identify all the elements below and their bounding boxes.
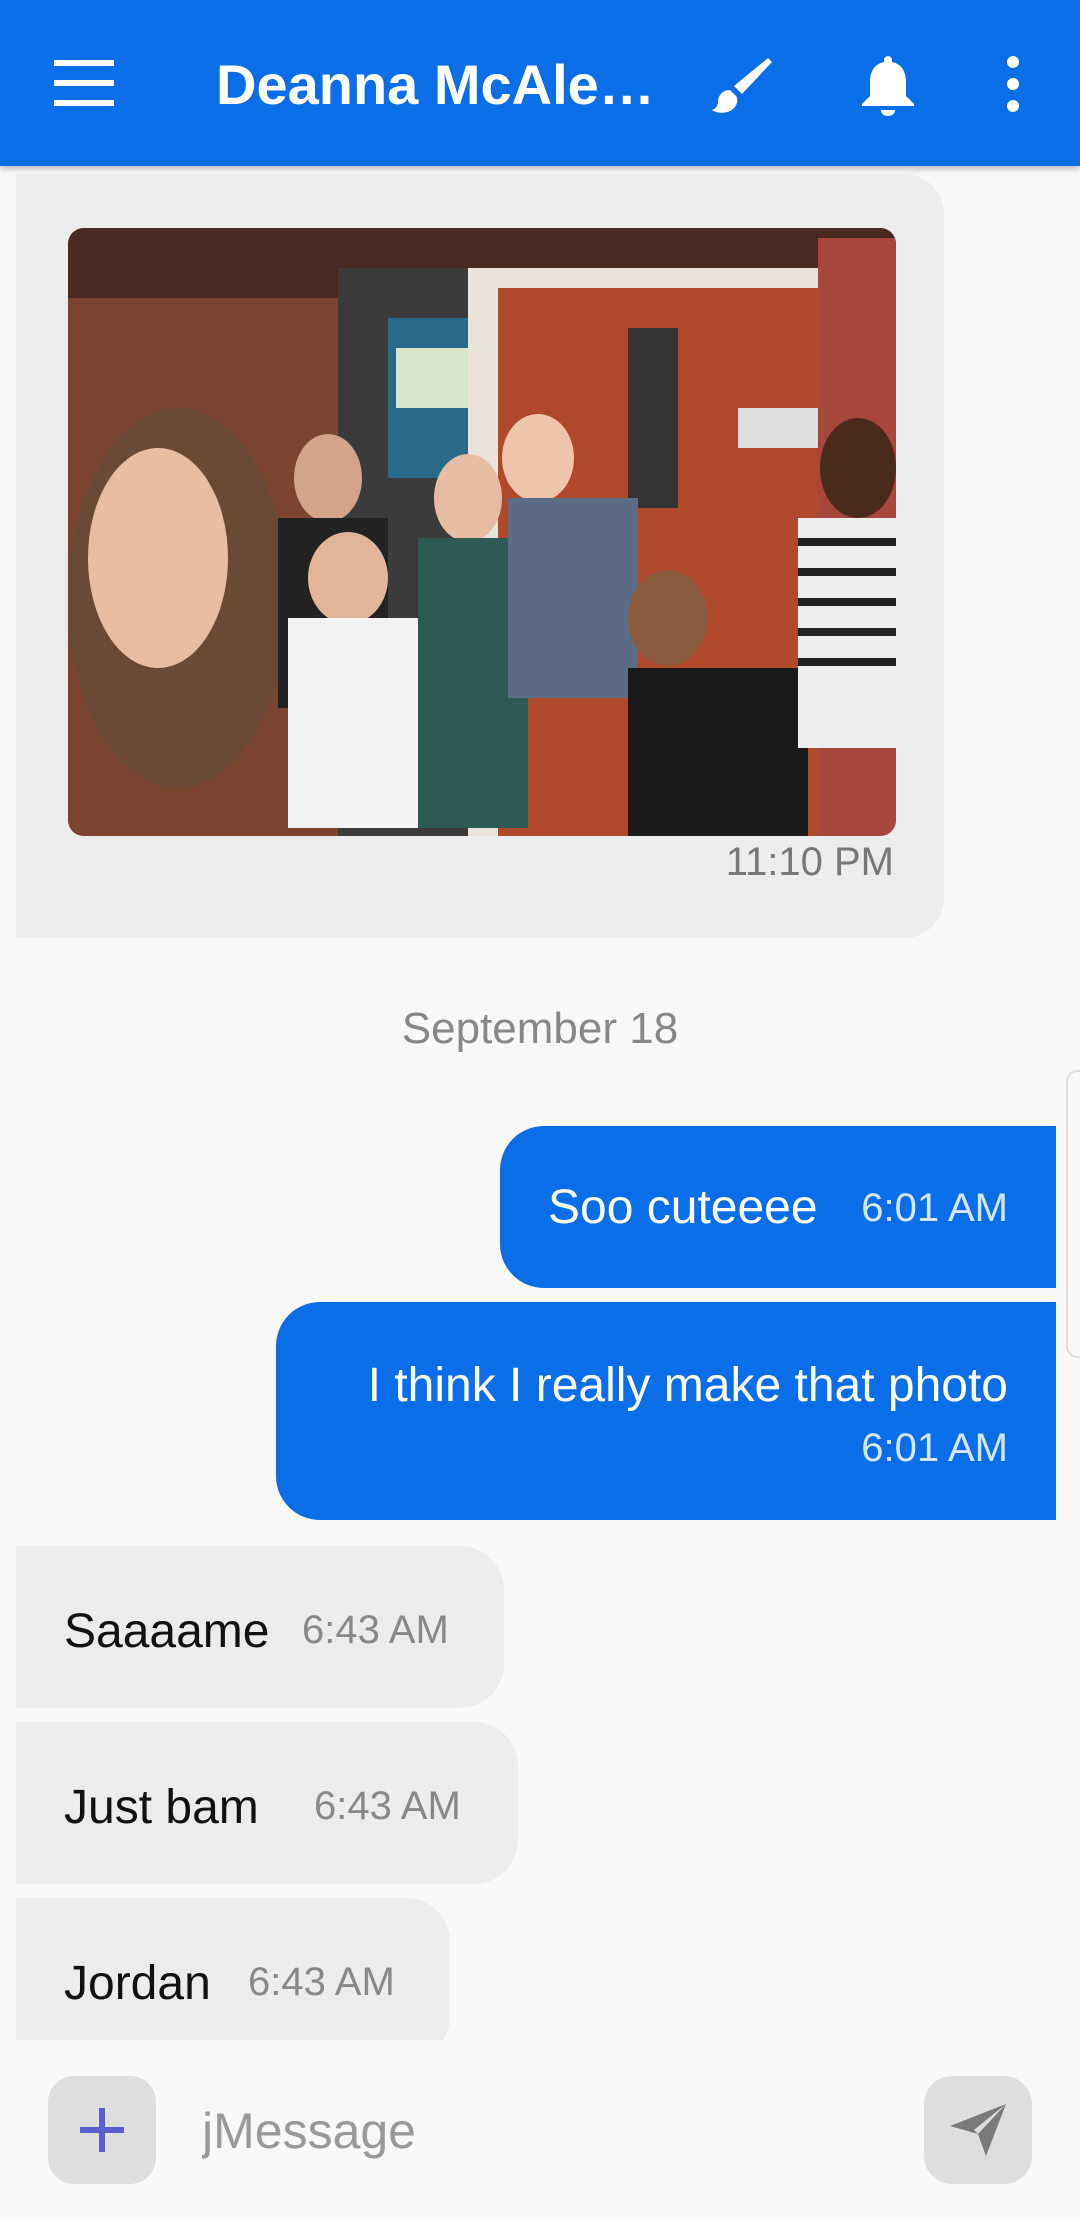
incoming-message[interactable]: Just bam 6:43 AM bbox=[16, 1722, 518, 1884]
send-button[interactable] bbox=[924, 2076, 1032, 2184]
message-timestamp: 6:01 AM bbox=[861, 1426, 1008, 1470]
menu-icon[interactable] bbox=[54, 60, 114, 106]
conversation-title[interactable]: Deanna McAle… bbox=[216, 52, 656, 118]
message-composer bbox=[0, 2040, 1080, 2220]
photo-message-bubble[interactable]: 11:10 PM bbox=[16, 174, 944, 938]
bell-icon[interactable] bbox=[862, 54, 914, 116]
edge-panel-handle[interactable] bbox=[1066, 1070, 1080, 1358]
message-timestamp: 6:01 AM bbox=[861, 1186, 1008, 1230]
message-text: Soo cuteeee bbox=[548, 1181, 818, 1234]
more-vert-icon[interactable] bbox=[1000, 56, 1026, 112]
message-input[interactable] bbox=[200, 2080, 904, 2182]
message-text: Just bam bbox=[64, 1781, 259, 1834]
message-timestamp: 6:43 AM bbox=[314, 1784, 461, 1828]
message-timestamp: 6:43 AM bbox=[248, 1960, 395, 2004]
incoming-message[interactable]: Jordan 6:43 AM bbox=[16, 1898, 450, 2060]
brush-icon[interactable] bbox=[712, 54, 772, 114]
message-text: Saaaame bbox=[64, 1605, 270, 1658]
outgoing-message[interactable]: Soo cuteeee 6:01 AM bbox=[500, 1126, 1056, 1288]
message-timestamp: 6:43 AM bbox=[302, 1608, 449, 1652]
incoming-message[interactable]: Saaaame 6:43 AM bbox=[16, 1546, 504, 1708]
message-timestamp: 11:10 PM bbox=[725, 840, 894, 884]
send-icon bbox=[950, 2104, 1006, 2156]
app-bar: Deanna McAle… bbox=[0, 0, 1080, 166]
plus-icon bbox=[80, 2108, 124, 2152]
add-attachment-button[interactable] bbox=[48, 2076, 156, 2184]
message-text: Jordan bbox=[64, 1957, 211, 2010]
outgoing-message[interactable]: I think I really make that photo 6:01 AM bbox=[276, 1302, 1056, 1520]
message-text: I think I really make that photo bbox=[367, 1359, 1008, 1412]
group-selfie-photo[interactable] bbox=[68, 228, 896, 836]
date-separator: September 18 bbox=[401, 1004, 679, 1053]
